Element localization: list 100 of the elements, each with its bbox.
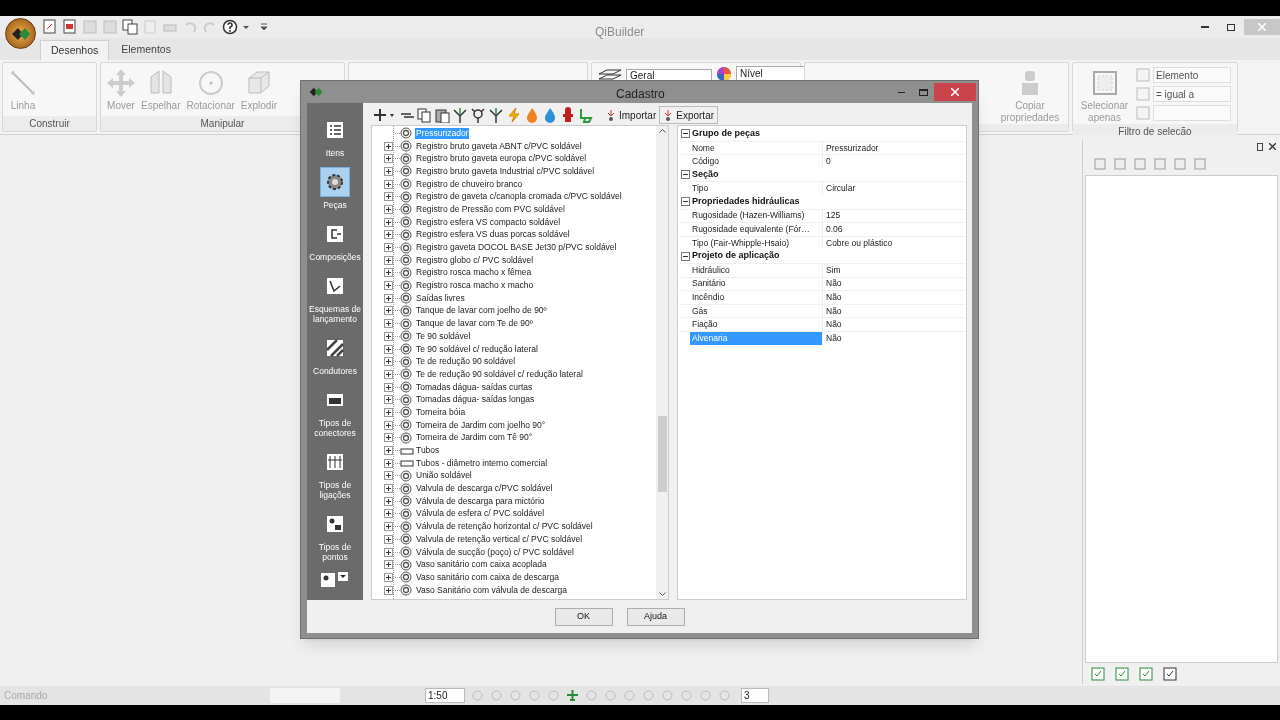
expand-icon[interactable] [384,484,393,494]
property-name[interactable]: Sanitário [690,277,823,291]
property-name[interactable]: Incêndio [690,291,823,304]
property-name[interactable]: Hidráulico [690,263,823,277]
help-icon[interactable] [222,19,238,35]
toilet-icon[interactable] [578,107,594,123]
expand-icon[interactable] [384,293,393,303]
toolbar-button[interactable]: Exportar [659,106,719,124]
expand-icon[interactable] [384,509,393,519]
expand-icon[interactable] [384,446,393,456]
expand-icon[interactable] [384,217,393,227]
tree-item[interactable]: Tanque de lavar com joelho de 90º [415,305,548,317]
tree-item[interactable]: Te de redução 90 soldável c/ redução lateral [415,368,584,380]
tree-item[interactable]: Tomadas dágua- saídas curtas [415,381,534,393]
sidebar-label[interactable]: Tipos de pontos [307,542,363,562]
checkbox-icon[interactable] [1136,68,1150,82]
expand-icon[interactable] [384,471,393,481]
sidebar-label[interactable]: Peças [323,200,347,210]
expand-icon[interactable] [384,331,393,341]
tree-item[interactable]: Válvula de retenção horizontal c/ PVC soldável [415,521,594,533]
expand-icon[interactable] [384,281,393,291]
tree-item[interactable]: Registro gaveta DOCOL BASE Jet30 p/PVC soldável [415,242,618,254]
pin-icon[interactable] [1257,142,1263,151]
close-button[interactable] [934,83,976,101]
tree-item[interactable]: Vaso Sanitário com válvula de descarga [415,584,569,596]
pipe-icon[interactable] [452,107,468,123]
dialog-button[interactable]: OK [554,607,613,626]
tree-item[interactable]: Torneira bóia [415,406,467,418]
tree-item[interactable]: Tanque de lavar com Te de 90º [415,318,534,330]
dialog-button[interactable]: Ajuda [626,607,685,626]
collapse-icon[interactable] [681,129,690,139]
valve-icon[interactable] [470,107,486,123]
tree-item[interactable]: Registro globo c/ PVC soldável [415,254,535,266]
tree-item[interactable]: Registro esfera VS compacto soldável [415,216,562,228]
tree-item[interactable]: Registro de gaveta c/canopla cromada c/PVC soldável [415,191,623,203]
tree-item[interactable]: Tubos [415,445,441,457]
tree-item[interactable]: Registro bruto gaveta Industrial c/PVC soldável [415,165,596,177]
ribbon-tab[interactable]: Elementos [111,40,181,60]
water-drop-icon[interactable] [542,107,558,123]
expand-icon[interactable] [384,547,393,557]
sidebar-label[interactable]: Composições [309,252,361,262]
tree-icon[interactable] [1091,666,1105,681]
expand-icon[interactable] [384,407,393,417]
expand-icon[interactable] [384,433,393,443]
caret-icon[interactable] [242,23,250,31]
airplane-icon[interactable] [566,689,579,702]
expand-icon[interactable] [384,192,393,202]
property-name[interactable]: Tipo (Fair-Whipple-Hsaio) [690,236,823,250]
property-name[interactable]: Tipo [690,182,823,195]
tree-item[interactable]: Válvula de esfera c/ PVC soldável [415,508,546,520]
document-icon[interactable] [42,19,58,35]
expand-icon[interactable] [384,534,393,544]
property-name[interactable]: Rugosidade (Hazen-Williams) [690,209,823,223]
expand-icon[interactable] [384,572,393,582]
expand-icon[interactable] [384,141,393,151]
paste-icon[interactable] [434,107,450,123]
scrollbar[interactable] [656,126,668,599]
tree-item[interactable]: União soldável [415,470,473,482]
sidebar-label[interactable]: Esquemas de lançamento [307,304,363,324]
tree-item[interactable]: Valvula de descarga c/PVC soldável [415,483,554,495]
filter-dropdown[interactable]: = igual a [1153,86,1231,102]
tree-item[interactable]: Torneira de Jardim com joelho 90° [415,419,547,431]
expand-icon[interactable] [384,230,393,240]
close-icon[interactable] [1269,143,1276,150]
expand-icon[interactable] [384,496,393,506]
grid-icon[interactable] [1115,666,1129,681]
copy-icon[interactable] [416,107,432,123]
hydrant-icon[interactable] [560,107,576,123]
tree-item[interactable]: Tubos - diâmetro interno comercial [415,457,548,469]
expand-icon[interactable] [384,458,393,468]
tree-item[interactable]: Te de redução 90 soldável [415,356,517,368]
expand-icon[interactable] [384,306,393,316]
tree-item[interactable]: Saídas livres [415,292,466,304]
tree-item[interactable]: Registro rosca macho x fêmea [415,267,533,279]
sidebar-label[interactable]: Condutores [313,366,357,376]
add-icon[interactable] [372,107,396,123]
tree-item[interactable]: Te 90 soldável c/ redução lateral [415,343,539,355]
scroll-down-icon[interactable] [658,592,666,596]
tree-item[interactable]: Válvula de descarga para mictório [415,495,546,507]
tools-icon[interactable] [1163,666,1177,681]
expand-icon[interactable] [384,585,393,595]
tree-item[interactable]: Valvula de retenção vertical c/ PVC soldável [415,533,584,545]
pipe-icon[interactable] [488,107,504,123]
expand-icon[interactable] [384,179,393,189]
expand-icon[interactable] [384,204,393,214]
property-name[interactable]: Nome [690,141,823,155]
tree-item[interactable]: Vaso sanitário com caixa acoplada [415,559,548,571]
tree-item[interactable]: Vaso sanitário com caixa de descarga [415,571,560,583]
expand-icon[interactable] [384,420,393,430]
collapse-icon[interactable] [681,251,690,261]
tree-item[interactable]: Registro rosca macho x macho [415,280,535,292]
check-icon[interactable] [1139,666,1153,681]
expand-icon[interactable] [384,319,393,329]
checkbox-icon[interactable] [1136,106,1150,120]
tree-item[interactable]: Tomadas dágua- saídas longas [415,394,536,406]
gear-icon[interactable] [320,167,350,197]
expand-icon[interactable] [384,243,393,253]
scrollbar-thumb[interactable] [657,416,667,492]
number-spinner[interactable]: 3 [741,688,769,703]
toolbar-button[interactable]: Importar [603,106,660,124]
